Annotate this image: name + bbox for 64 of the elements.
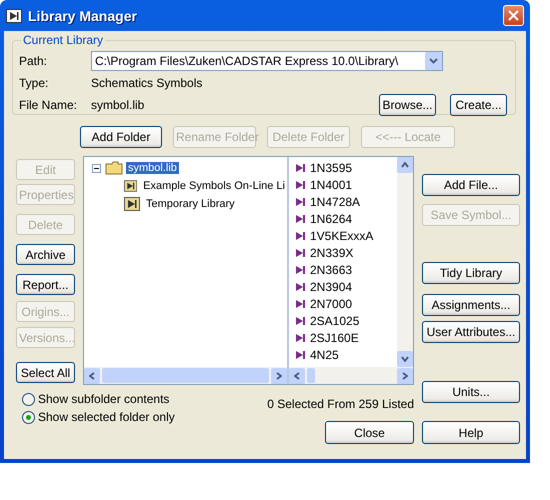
side-button[interactable]: Archive	[16, 244, 75, 265]
symbol-item[interactable]: 2N3663	[289, 261, 397, 278]
file-name-value: symbol.lib	[91, 98, 146, 112]
type-label: Type:	[19, 76, 50, 90]
tree-item[interactable]: Temporary Library	[144, 198, 237, 210]
symbol-icon	[295, 230, 305, 240]
side-button[interactable]: Tidy Library	[422, 262, 520, 284]
symbol-icon	[295, 162, 305, 172]
side-button[interactable]: Add File...	[422, 174, 520, 196]
symbol-item[interactable]: 1N4001	[289, 176, 397, 193]
panel-title: Current Library	[22, 33, 104, 47]
dialog-button[interactable]: Browse...	[379, 94, 436, 116]
symbol-item[interactable]: 1V5KExxxA	[289, 227, 397, 244]
symbol-icon	[295, 214, 305, 224]
symbol-item[interactable]: 1N3595	[289, 159, 397, 176]
help-button[interactable]: Help	[422, 421, 520, 444]
symbol-icon	[295, 316, 305, 326]
app-icon	[6, 8, 22, 22]
symbol-icon	[295, 248, 305, 258]
collapse-icon[interactable]	[92, 164, 101, 172]
symbol-item[interactable]: 1N4728A	[289, 193, 397, 210]
side-button[interactable]: Select All	[16, 362, 75, 383]
symbol-item[interactable]: 4N25	[289, 346, 397, 363]
path-label: Path:	[19, 54, 48, 68]
symbol-item[interactable]: 2SJ160E	[289, 329, 397, 346]
symbol-item[interactable]: 1N6264	[289, 210, 397, 227]
folder-icon	[105, 161, 123, 175]
type-value: Schematics Symbols	[91, 76, 204, 90]
symbol-item[interactable]: 2SA1025	[289, 312, 397, 329]
horizontal-scrollbar[interactable]	[289, 367, 413, 384]
radio-icon[interactable]	[22, 392, 35, 406]
tree-item[interactable]: Example Symbols On-Line Li	[141, 180, 287, 192]
close-icon[interactable]	[508, 10, 519, 21]
symbol-icon	[295, 180, 305, 190]
horizontal-scrollbar[interactable]	[84, 367, 287, 384]
symbol-item[interactable]: 2N339X	[289, 244, 397, 261]
path-dropdown[interactable]: C:\Program Files\Zuken\CADSTAR Express 10.0\Library\	[91, 51, 443, 71]
radio-icon[interactable]	[22, 410, 35, 424]
symbol-icon	[295, 350, 305, 360]
symbol-icon	[295, 282, 305, 292]
library-icon	[124, 179, 138, 193]
close-button[interactable]: Close	[325, 421, 414, 444]
side-button[interactable]: User Attributes...	[422, 321, 520, 343]
scroll-thumb[interactable]	[102, 368, 269, 383]
scroll-thumb[interactable]	[307, 368, 315, 383]
symbol-icon	[295, 332, 305, 342]
side-button[interactable]: Assignments...	[422, 294, 520, 316]
tree-item[interactable]: symbol.lib	[126, 162, 179, 174]
folder-button[interactable]: Add Folder	[80, 126, 162, 148]
side-button[interactable]: Report...	[16, 274, 75, 295]
side-button[interactable]: Units...	[422, 381, 520, 403]
symbol-icon	[295, 298, 305, 308]
symbol-item[interactable]: 2N7000	[289, 295, 397, 312]
dialog-button[interactable]: Create...	[450, 94, 507, 116]
file-name-label: File Name:	[19, 98, 77, 112]
library-icon	[124, 197, 140, 211]
symbol-item[interactable]: 2N3904	[289, 278, 397, 295]
vertical-scrollbar[interactable]	[397, 157, 413, 367]
status-text: 0 Selected From 259 Listed	[267, 396, 414, 411]
symbol-icon	[295, 196, 305, 206]
close-button[interactable]	[503, 5, 524, 26]
symbol-icon	[295, 264, 305, 274]
window-title: Library Manager	[28, 8, 138, 24]
dropdown-icon[interactable]	[429, 58, 438, 64]
